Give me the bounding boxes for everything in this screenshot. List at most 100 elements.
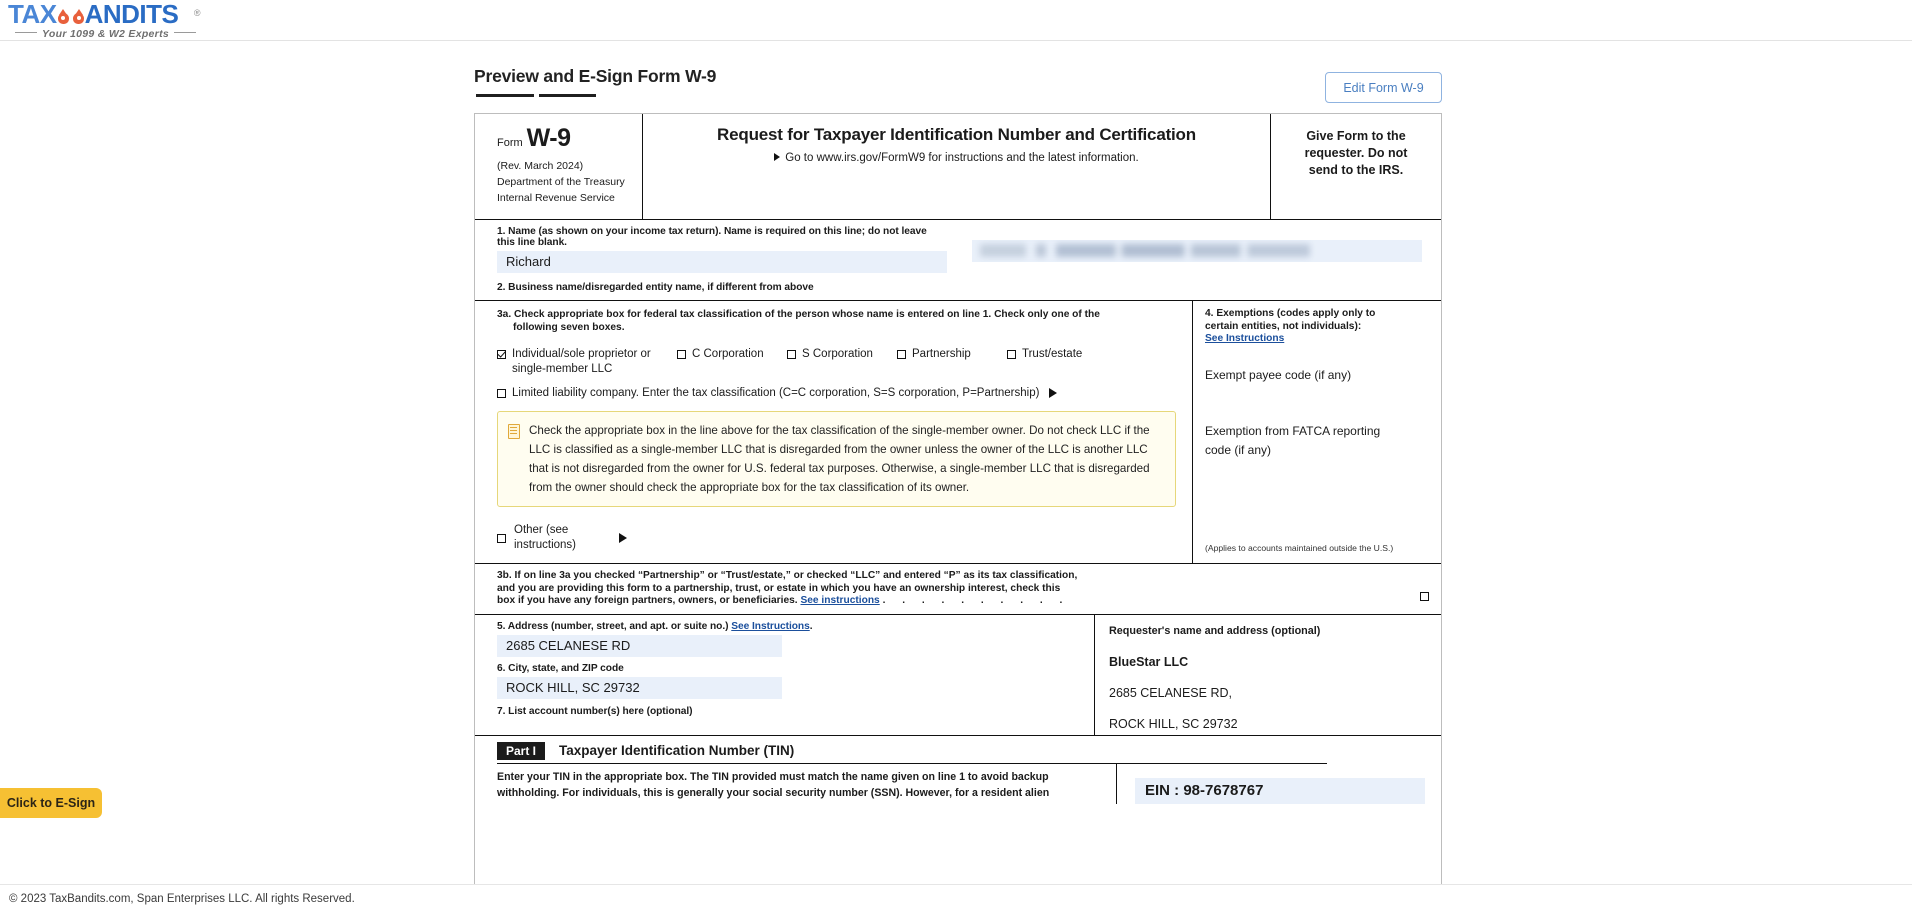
line3b-row: 3b. If on line 3a you checked “Partnersh… — [475, 564, 1441, 615]
address-section: 5. Address (number, street, and apt. or … — [475, 614, 1441, 736]
part1-text-line2: withholding. For individuals, this is ge… — [497, 786, 1050, 799]
requester-address-line2: ROCK HILL, SC 29732 — [1109, 716, 1238, 731]
llc-arrow-icon — [1049, 388, 1058, 398]
option-s-corporation[interactable]: S Corporation — [787, 347, 897, 362]
form-word: Form — [497, 137, 523, 149]
tagline-text: Your 1099 & W2 Experts — [42, 28, 170, 40]
page-title: Preview and E-Sign Form W-9 — [474, 66, 717, 86]
line3a-block: 3a. Check appropriate box for federal ta… — [475, 301, 1193, 563]
line3a-label: 3a. Check appropriate box for federal ta… — [497, 308, 1182, 334]
redaction-blur — [980, 244, 1310, 257]
option-llc-label: Limited liability company. Enter the tax… — [512, 387, 1040, 399]
line4-label-line2: certain entities, not individuals): — [1205, 320, 1362, 332]
ein-field[interactable]: EIN : 98-7678767 — [1135, 777, 1425, 804]
logo-tagline: Your 1099 & W2 Experts — [8, 28, 198, 40]
line3b-line3: box if you have any foreign partners, ow… — [497, 595, 798, 606]
logo-text-tax: TAX — [8, 0, 57, 29]
option-limited-liability-company[interactable]: Limited liability company. Enter the tax… — [497, 387, 1182, 399]
line5-label-period: . — [809, 620, 813, 632]
form-header-left: Form W-9 (Rev. March 2024) Department of … — [475, 114, 643, 219]
form-subtitle-text: Go to www.irs.gov/FormW9 for instruction… — [785, 152, 1139, 164]
line3b-text: 3b. If on line 3a you checked “Partnersh… — [497, 570, 1414, 608]
form-dept-line2: Internal Revenue Service — [497, 192, 615, 204]
w9-form-preview: Form W-9 (Rev. March 2024) Department of … — [474, 113, 1442, 903]
checkbox-partnership-icon[interactable] — [897, 350, 906, 359]
click-to-esign-button[interactable]: Click to E-Sign — [0, 788, 102, 818]
line7-label: 7. List account number(s) here (optional… — [497, 705, 693, 717]
form-header-center: Request for Taxpayer Identification Numb… — [643, 114, 1271, 219]
line4-label-line1: 4. Exemptions (codes apply only to — [1205, 308, 1376, 319]
tagline-rule-right — [174, 32, 197, 33]
give-form-line1: Give Form to the — [1306, 129, 1406, 143]
line5-label: 5. Address (number, street, and apt. or … — [497, 621, 1094, 632]
title-underline — [476, 94, 606, 97]
line3b-see-instructions-link[interactable]: See instructions — [800, 595, 879, 606]
checkbox-trust-estate-icon[interactable] — [1007, 350, 1016, 359]
form-agency-info: (Rev. March 2024) Department of the Trea… — [497, 158, 642, 206]
footer-copyright: © 2023 TaxBandits.com, Span Enterprises … — [9, 893, 355, 905]
option-trust-estate-label: Trust/estate — [1022, 348, 1083, 360]
line4-see-instructions-link[interactable]: See Instructions — [1205, 333, 1284, 344]
taxbandits-logo[interactable]: TAX ANDITS ® Your 1099 & W2 Experts — [8, 0, 201, 40]
fatca-code-label: Exemption from FATCA reporting code (if … — [1205, 422, 1429, 460]
line6-label: 6. City, state, and ZIP code — [497, 662, 624, 674]
line4-exemptions-block: 4. Exemptions (codes apply only to certa… — [1193, 301, 1441, 563]
title-underline-segment-1 — [476, 94, 534, 97]
form-header: Form W-9 (Rev. March 2024) Department of … — [475, 114, 1441, 220]
line6-city-state-zip-field[interactable]: ROCK HILL, SC 29732 — [497, 676, 782, 699]
line3a-label-line2: following seven boxes. — [513, 322, 625, 333]
form-identifier: Form W-9 — [497, 124, 642, 153]
checkbox-individual-icon[interactable] — [497, 350, 506, 359]
callout-text: Check the appropriate box in the line ab… — [529, 424, 1150, 494]
trademark-symbol: ® — [193, 8, 201, 18]
redacted-email-field[interactable] — [972, 240, 1422, 262]
line1-label: 1. Name (as shown on your income tax ret… — [497, 226, 927, 248]
line4-label: 4. Exemptions (codes apply only to certa… — [1205, 308, 1429, 346]
option-partnership[interactable]: Partnership — [897, 347, 1007, 362]
form-revision: (Rev. March 2024) — [497, 160, 584, 172]
requester-label: Requester's name and address (optional) — [1109, 624, 1321, 637]
option-trust-estate[interactable]: Trust/estate — [1007, 347, 1082, 362]
option-c-corporation[interactable]: C Corporation — [677, 347, 787, 362]
line1-name-field[interactable]: Richard — [497, 251, 947, 273]
line1-secondary-block — [972, 226, 1422, 273]
checkbox-s-corporation-icon[interactable] — [787, 350, 796, 359]
option-other-label: Other (see instructions) — [514, 523, 609, 553]
option-other[interactable]: Other (see instructions) — [497, 523, 1182, 553]
page-footer: © 2023 TaxBandits.com, Span Enterprises … — [0, 884, 1912, 916]
address-block: 5. Address (number, street, and apt. or … — [475, 614, 1095, 735]
line5-label-text: 5. Address (number, street, and apt. or … — [497, 620, 729, 632]
line5-see-instructions-link[interactable]: See Instructions — [731, 621, 810, 632]
option-partnership-label: Partnership — [912, 348, 971, 360]
form-header-right: Give Form to the requester. Do not send … — [1271, 114, 1441, 219]
part1-title: Taxpayer Identification Number (TIN) — [559, 743, 795, 758]
top-brand-bar: TAX ANDITS ® Your 1099 & W2 Experts — [0, 0, 1912, 41]
llc-instruction-callout: Check the appropriate box in the line ab… — [497, 411, 1176, 507]
line3b-line1: 3b. If on line 3a you checked “Partnersh… — [497, 570, 1078, 581]
logo-wordmark: TAX ANDITS ® — [8, 0, 201, 29]
checkbox-foreign-partners-icon[interactable] — [1420, 592, 1429, 601]
part1-ein-block: EIN : 98-7678767 — [1117, 764, 1433, 804]
option-other-line2: instructions) — [514, 539, 576, 551]
part1-text-line1: Enter your TIN in the appropriate box. T… — [497, 770, 1049, 783]
page-heading-area: Preview and E-Sign Form W-9 — [474, 66, 717, 97]
part1-body: Enter your TIN in the appropriate box. T… — [497, 763, 1441, 804]
play-triangle-icon — [774, 153, 781, 161]
title-underline-segment-2 — [539, 94, 596, 97]
checkbox-c-corporation-icon[interactable] — [677, 350, 686, 359]
line3a-label-line1: 3a. Check appropriate box for federal ta… — [497, 309, 1100, 320]
edit-form-w9-button[interactable]: Edit Form W-9 — [1325, 72, 1442, 103]
line5-address-field[interactable]: 2685 CELANESE RD — [497, 634, 782, 657]
option-individual-sole-proprietor[interactable]: Individual/sole proprietor or single-mem… — [497, 347, 677, 377]
form-number: W-9 — [526, 124, 571, 152]
fatca-label-line1: Exemption from FATCA reporting — [1205, 423, 1381, 438]
form-subtitle: Go to www.irs.gov/FormW9 for instruction… — [643, 152, 1270, 164]
exempt-payee-code-label: Exempt payee code (if any) — [1205, 367, 1352, 382]
classification-section: 3a. Check appropriate box for federal ta… — [475, 301, 1441, 564]
checkbox-llc-icon[interactable] — [497, 389, 506, 398]
option-s-corporation-label: S Corporation — [802, 348, 873, 360]
give-form-line3: send to the IRS. — [1308, 163, 1404, 177]
checkbox-other-icon[interactable] — [497, 533, 506, 543]
line1-name-block: 1. Name (as shown on your income tax ret… — [497, 226, 947, 273]
option-c-corporation-label: C Corporation — [692, 348, 764, 360]
